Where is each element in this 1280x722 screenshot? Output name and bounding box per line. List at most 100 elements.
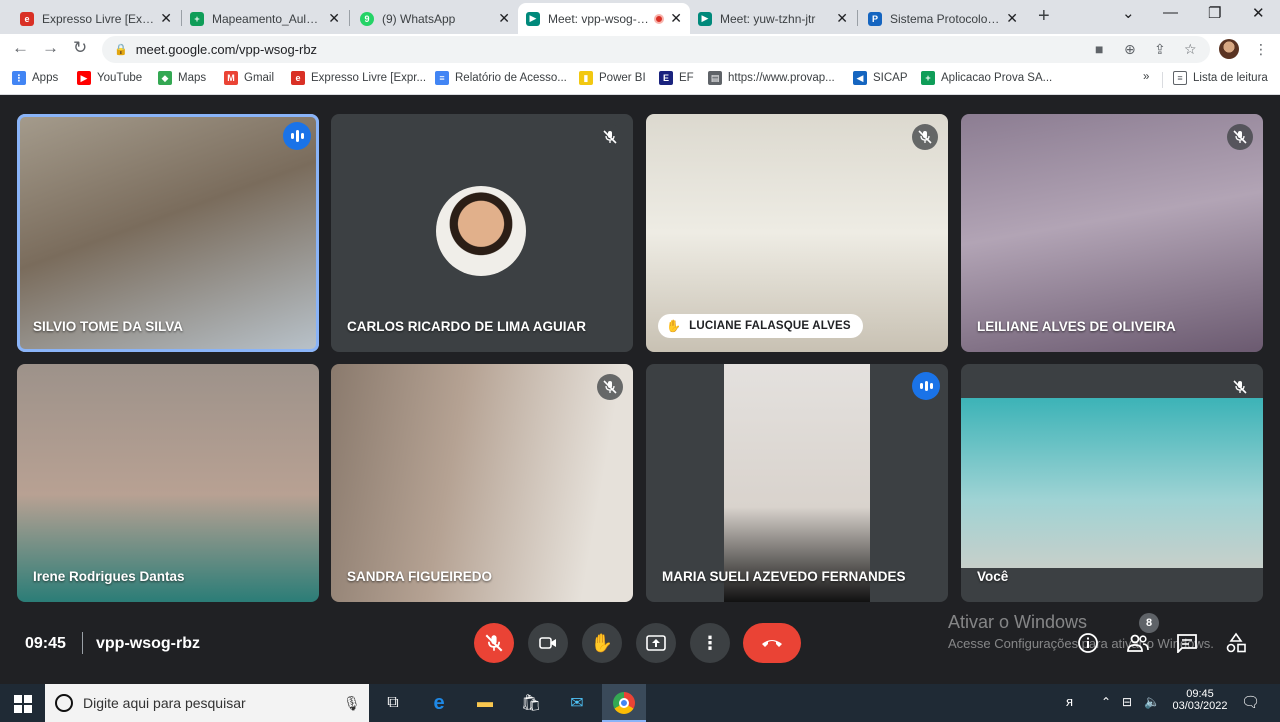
more-bookmarks-chevron-icon[interactable]: » <box>1143 71 1149 83</box>
tab-search-chevron-icon[interactable]: ⌄ <box>1122 4 1135 22</box>
minimize-button[interactable]: — <box>1163 4 1178 21</box>
network-icon[interactable]: ⊟ <box>1122 695 1132 709</box>
back-arrow-icon[interactable]: ← <box>12 38 29 58</box>
notifications-icon[interactable]: 🗨 <box>1241 693 1260 711</box>
bookmark-apps[interactable]: ⋮ Apps <box>12 71 58 85</box>
speaking-indicator-icon <box>283 122 311 150</box>
toggle-mic-button[interactable] <box>474 623 514 663</box>
url-text: meet.google.com/vpp-wsog-rbz <box>135 42 318 57</box>
microphone-icon[interactable]: 🎙 <box>343 695 361 712</box>
close-tab-icon[interactable]: ✕ <box>836 10 848 27</box>
people-icon <box>1127 634 1149 652</box>
taskbar-clock[interactable]: 09:45 03/03/2022 <box>1170 688 1230 712</box>
tab-meet-vpp-wsog-rbz[interactable]: ▶ Meet: vpp-wsog-rbz ✕ <box>518 3 690 34</box>
participant-video <box>961 398 1263 568</box>
participant-tile[interactable]: MARIA SUELI AZEVEDO FERNANDES <box>646 364 948 602</box>
bookmark-label: SICAP <box>873 72 908 84</box>
bookmark-gmail[interactable]: M Gmail <box>224 71 274 85</box>
volume-icon[interactable]: 🔈 <box>1144 694 1160 710</box>
close-tab-icon[interactable]: ✕ <box>1006 10 1018 27</box>
meet-favicon-icon: ▶ <box>698 11 712 26</box>
bookmark-label: Aplicacao Prova SA... <box>941 72 1053 84</box>
tab-title: Meet: yuw-tzhn-jtr <box>720 11 816 26</box>
tab-whatsapp[interactable]: 9 (9) WhatsApp ✕ <box>352 3 518 34</box>
leave-call-button[interactable] <box>743 623 801 663</box>
tab-divider <box>857 10 858 26</box>
mail-icon[interactable]: ✉ <box>566 692 588 714</box>
participant-name: CARLOS RICARDO DE LIMA AGUIAR <box>347 319 586 334</box>
bookmark-ef[interactable]: E EF <box>659 71 694 85</box>
bookmarks-bar: ⋮ Apps ▶ YouTube ◆ Maps M Gmail e Expres… <box>0 64 1280 95</box>
file-explorer-icon[interactable]: ▬ <box>474 692 496 714</box>
bookmark-label: Maps <box>178 72 207 84</box>
close-tab-icon[interactable]: ✕ <box>160 10 172 27</box>
close-tab-icon[interactable]: ✕ <box>328 10 340 27</box>
raise-hand-button[interactable]: ✋ <box>582 623 622 663</box>
tab-meet-yuw-tzhn-jtr[interactable]: ▶ Meet: yuw-tzhn-jtr ✕ <box>690 3 856 34</box>
hangup-icon <box>762 640 782 647</box>
tab-expresso-livre[interactable]: e Expresso Livre [Expresso Livre] ✕ <box>12 3 180 34</box>
meeting-details-button[interactable] <box>1076 631 1100 655</box>
profile-avatar[interactable] <box>1219 39 1239 59</box>
bookmark-relatorio[interactable]: ≡ Relatório de Acesso... <box>435 71 567 85</box>
camera-in-use-icon[interactable]: ■ <box>1095 41 1103 57</box>
bookmark-power-bi[interactable]: ▮ Power BI <box>579 71 646 85</box>
participant-tile[interactable]: ✋ LUCIANE FALASQUE ALVES <box>646 114 948 352</box>
chrome-taskbar-button[interactable] <box>602 684 646 722</box>
expresso-icon: e <box>291 71 305 85</box>
microsoft-store-icon[interactable]: 🛍 <box>520 692 542 714</box>
more-options-button[interactable]: ⋮ <box>690 623 730 663</box>
clock-divider <box>82 632 83 654</box>
people-tray-icon[interactable]: ᴙ <box>1066 694 1073 709</box>
bookmark-youtube[interactable]: ▶ YouTube <box>77 71 142 85</box>
address-bar[interactable]: 🔒 meet.google.com/vpp-wsog-rbz <box>102 36 1210 63</box>
bookmark-aplicacao-prova[interactable]: + Aplicacao Prova SA... <box>921 71 1052 85</box>
edge-browser-icon[interactable]: e <box>428 692 450 714</box>
windows-start-icon[interactable] <box>12 693 34 715</box>
bookmark-provap[interactable]: ▤ https://www.provap... <box>708 71 835 85</box>
show-everyone-button[interactable] <box>1126 631 1150 655</box>
share-icon[interactable]: ⇪ <box>1154 41 1166 58</box>
tab-mapeamento-aulas[interactable]: + Mapeamento_Aulas conf. ✕ <box>182 3 348 34</box>
participant-tile[interactable]: Você <box>961 364 1263 602</box>
close-window-button[interactable]: ✕ <box>1252 4 1265 22</box>
chrome-menu-icon[interactable]: ⋮ <box>1254 41 1268 58</box>
participant-tile[interactable]: LEILIANE ALVES DE OLIVEIRA <box>961 114 1263 352</box>
activities-button[interactable] <box>1224 631 1248 655</box>
chrome-icon <box>613 692 635 714</box>
recording-dot-icon <box>654 13 665 24</box>
close-tab-icon[interactable]: ✕ <box>670 10 682 27</box>
chat-button[interactable] <box>1175 631 1199 655</box>
taskbar-search-box[interactable]: Digite aqui para pesquisar 🎙 <box>45 684 369 722</box>
bookmark-maps[interactable]: ◆ Maps <box>158 71 206 85</box>
participant-tile[interactable]: SILVIO TOME DA SILVA <box>17 114 319 352</box>
participant-tile[interactable]: CARLOS RICARDO DE LIMA AGUIAR <box>331 114 633 352</box>
bookmark-label: Gmail <box>244 72 275 84</box>
participant-name: MARIA SUELI AZEVEDO FERNANDES <box>662 569 906 584</box>
bookmarks-divider <box>1162 72 1163 88</box>
mic-off-icon <box>485 634 503 652</box>
zoom-icon[interactable]: ⊕ <box>1124 41 1136 58</box>
show-hidden-icons-chevron-icon[interactable]: ⌃ <box>1101 695 1111 709</box>
reload-icon[interactable]: ↻ <box>73 38 87 58</box>
protocolo-favicon-icon: P <box>868 11 882 26</box>
new-tab-button[interactable]: + <box>1038 5 1050 28</box>
participant-tile[interactable]: Irene Rodrigues Dantas <box>17 364 319 602</box>
meet-favicon-icon: ▶ <box>526 11 540 26</box>
toggle-camera-button[interactable] <box>528 623 568 663</box>
speaking-indicator-icon <box>912 372 940 400</box>
bookmark-star-icon[interactable]: ☆ <box>1184 41 1197 58</box>
task-view-icon[interactable]: ⧉ <box>382 692 404 714</box>
bookmark-label: Power BI <box>599 72 646 84</box>
close-tab-icon[interactable]: ✕ <box>498 10 510 27</box>
participant-tile[interactable]: SANDRA FIGUEIREDO <box>331 364 633 602</box>
tab-sistema-protocolo[interactable]: P Sistema Protocolo Integrado ✕ <box>860 3 1026 34</box>
reading-list-button[interactable]: ≡ Lista de leitura <box>1173 71 1268 85</box>
tab-title: (9) WhatsApp <box>382 11 456 26</box>
present-screen-button[interactable] <box>636 623 676 663</box>
bookmark-expresso[interactable]: e Expresso Livre [Expr... <box>291 71 426 85</box>
meeting-code: vpp-wsog-rbz <box>96 635 200 652</box>
restore-button[interactable]: ❐ <box>1208 4 1221 22</box>
forward-arrow-icon[interactable]: → <box>42 38 59 58</box>
bookmark-sicap[interactable]: ◀ SICAP <box>853 71 908 85</box>
